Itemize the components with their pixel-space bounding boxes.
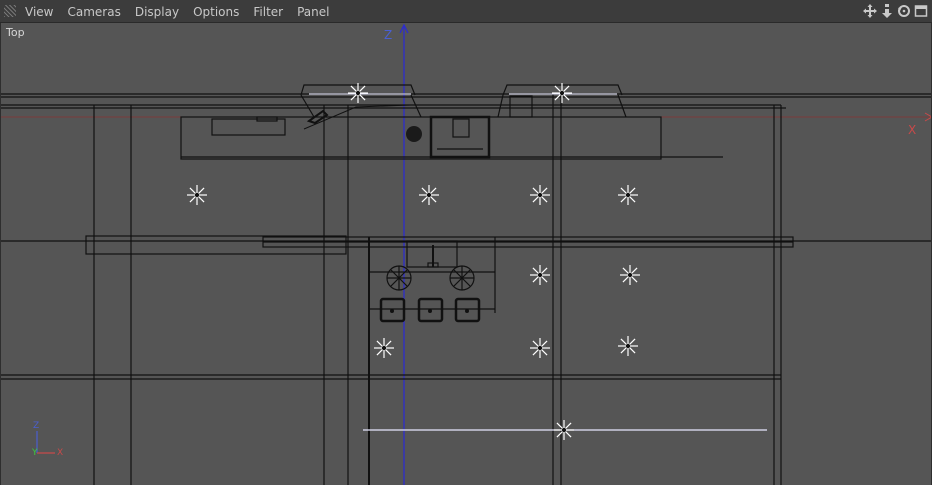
light-marker[interactable] — [554, 420, 574, 440]
x-axis-label: X — [908, 123, 917, 137]
z-axis-label: Z — [384, 28, 393, 42]
light-marker[interactable] — [187, 185, 207, 205]
scene-wireframe — [1, 23, 931, 485]
light-marker[interactable] — [530, 185, 550, 205]
zoom-icon[interactable] — [880, 3, 894, 19]
light-marker[interactable] — [620, 265, 640, 285]
top-viewport[interactable]: Top Z X Z Y X — [0, 23, 932, 485]
orientation-gizmo: Z Y X — [29, 421, 69, 461]
mini-axis-z: Z — [33, 421, 40, 431]
menu-filter[interactable]: Filter — [246, 0, 290, 23]
menubar: View Cameras Display Options Filter Pane… — [0, 0, 932, 23]
menu-options[interactable]: Options — [186, 0, 246, 23]
menu-display[interactable]: Display — [128, 0, 186, 23]
menu-cameras[interactable]: Cameras — [60, 0, 127, 23]
light-marker[interactable] — [552, 83, 572, 103]
rotate-icon[interactable] — [897, 3, 911, 19]
light-marker[interactable] — [530, 338, 550, 358]
mini-axis-x: X — [57, 448, 64, 458]
light-marker[interactable] — [348, 83, 368, 103]
menu-view[interactable]: View — [18, 0, 60, 23]
viewport-nav-icons — [863, 3, 928, 19]
mini-axis-y: Y — [32, 448, 38, 458]
move-icon[interactable] — [863, 3, 877, 19]
light-marker[interactable] — [419, 185, 439, 205]
light-marker[interactable] — [618, 336, 638, 356]
panel-grip-icon[interactable] — [4, 5, 16, 17]
menu-panel[interactable]: Panel — [290, 0, 336, 23]
light-marker[interactable] — [374, 338, 394, 358]
menu-items: View Cameras Display Options Filter Pane… — [18, 0, 336, 23]
viewport-label: Top — [6, 26, 25, 39]
light-marker[interactable] — [618, 185, 638, 205]
maximize-icon[interactable] — [914, 3, 928, 19]
light-marker[interactable] — [530, 265, 550, 285]
